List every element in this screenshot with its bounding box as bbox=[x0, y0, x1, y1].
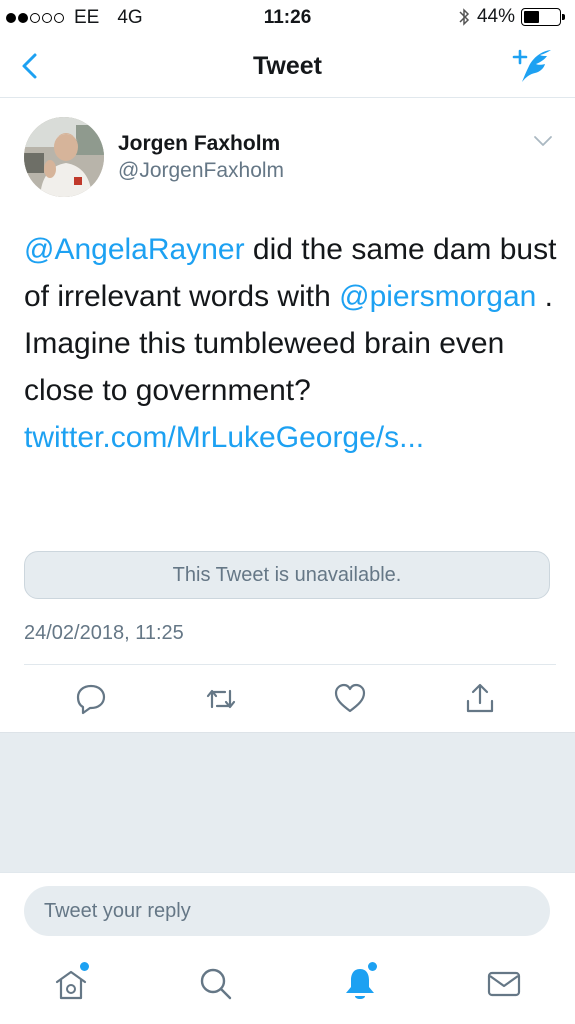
tweet-text-segment: . bbox=[536, 280, 553, 313]
tweet-actions bbox=[0, 681, 575, 717]
divider bbox=[24, 664, 556, 665]
mention-link[interactable]: @piersmorgan bbox=[339, 280, 536, 313]
quoted-tweet-unavailable: This Tweet is unavailable. bbox=[24, 551, 550, 599]
url-link[interactable]: twitter.com/MrLukeGeorge/s... bbox=[24, 421, 424, 454]
avatar[interactable] bbox=[24, 117, 104, 197]
status-right: 44% bbox=[457, 6, 565, 28]
search-icon[interactable] bbox=[196, 964, 236, 1004]
home-notification-dot bbox=[80, 962, 89, 971]
like-icon[interactable] bbox=[332, 681, 368, 717]
reply-icon[interactable] bbox=[73, 681, 109, 717]
battery-icon bbox=[521, 8, 565, 26]
chevron-down-icon[interactable] bbox=[533, 134, 553, 148]
compose-tweet-icon[interactable] bbox=[511, 46, 555, 86]
retweet-icon[interactable] bbox=[203, 681, 239, 717]
share-icon[interactable] bbox=[462, 681, 498, 717]
tweet-text-segment: Imagine this tumbleweed brain even close… bbox=[24, 327, 505, 407]
nav-bar: Tweet bbox=[0, 36, 575, 98]
notifications-dot bbox=[368, 962, 377, 971]
reply-input[interactable] bbox=[24, 886, 550, 936]
bluetooth-icon bbox=[459, 8, 470, 26]
tab-bar bbox=[0, 948, 575, 1024]
status-bar: EE 4G 11:26 44% bbox=[0, 0, 575, 36]
page-title: Tweet bbox=[253, 52, 322, 80]
replies-area bbox=[0, 732, 575, 872]
tweet-timestamp: 24/02/2018, 11:25 bbox=[24, 622, 184, 644]
author-name[interactable]: Jorgen Faxholm bbox=[118, 132, 280, 156]
author-handle[interactable]: @JorgenFaxholm bbox=[118, 159, 284, 183]
avatar-photo bbox=[24, 117, 104, 197]
reply-bar bbox=[0, 872, 575, 948]
messages-icon[interactable] bbox=[484, 964, 524, 1004]
tweet-text: @AngelaRayner did the same dam bust of i… bbox=[24, 226, 559, 461]
battery-percent: 44% bbox=[476, 6, 515, 27]
mention-link[interactable]: @AngelaRayner bbox=[24, 233, 245, 266]
